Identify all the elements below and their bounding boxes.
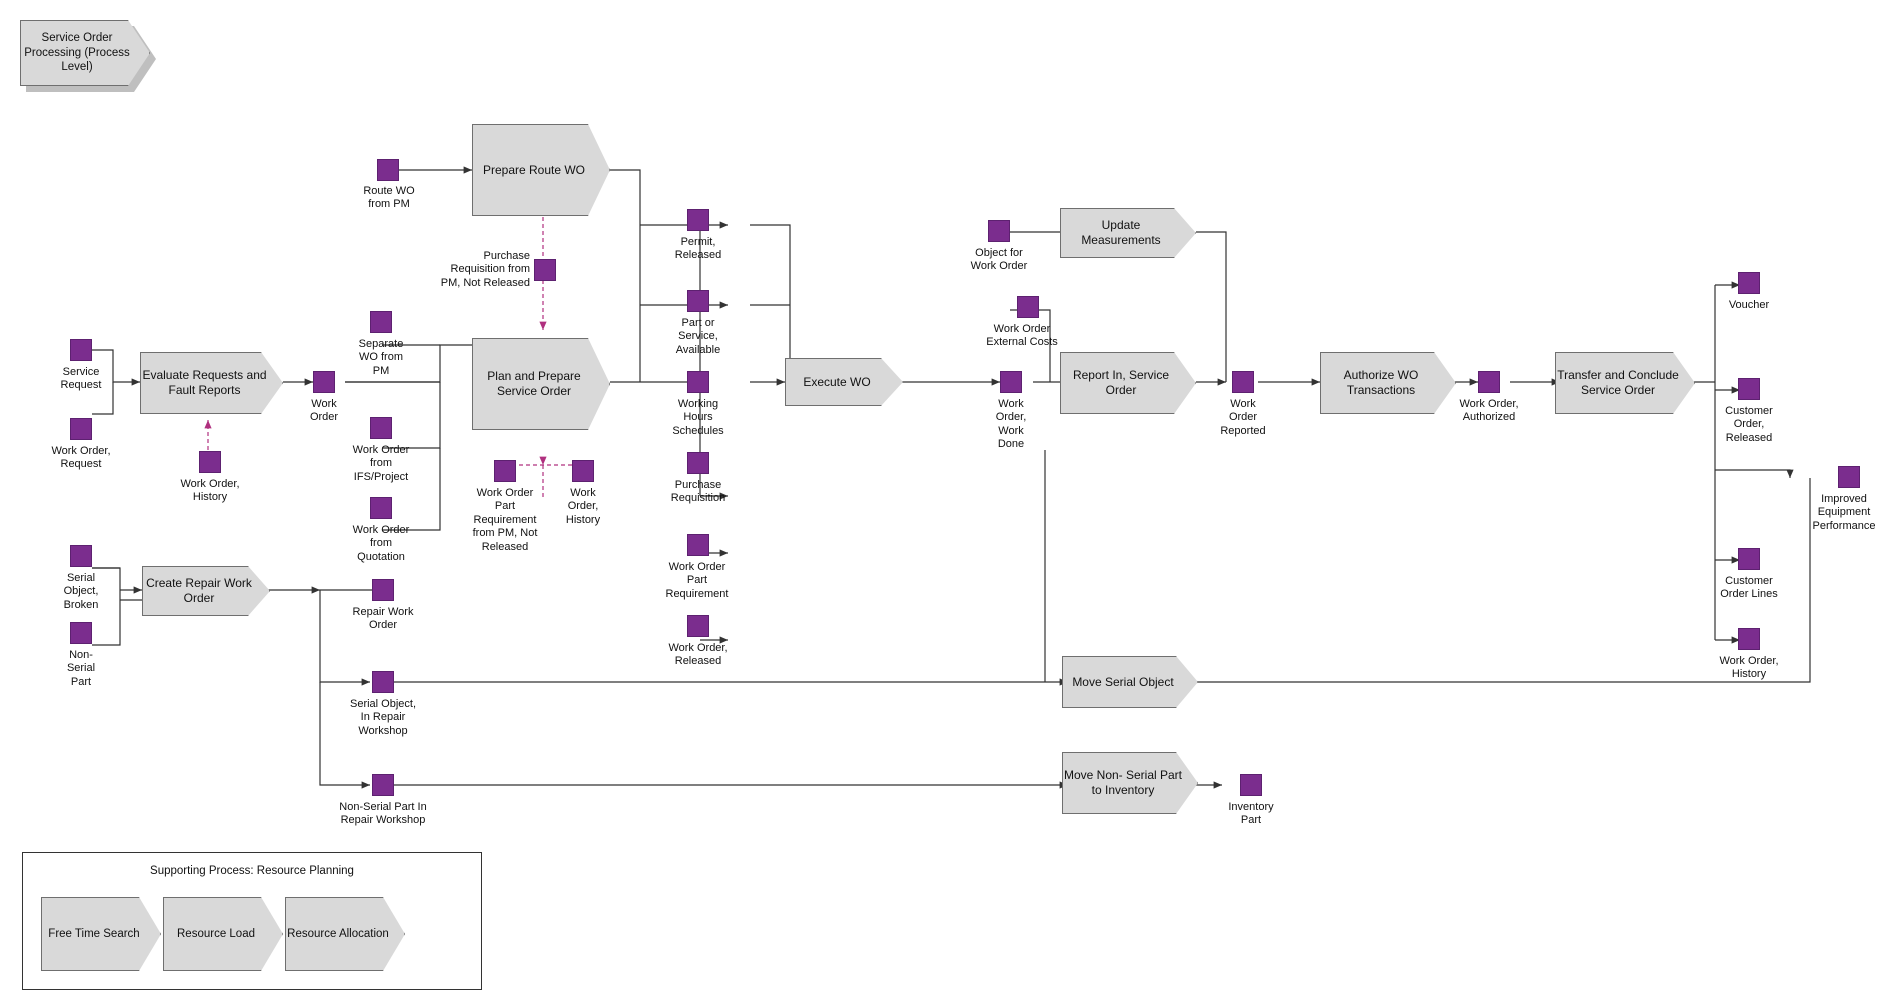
node-object-for-work-order[interactable] [988, 220, 1010, 242]
node-work-order[interactable] [313, 371, 335, 393]
node-permit-released[interactable] [687, 209, 709, 231]
node-route-wo-from-pm[interactable] [377, 159, 399, 181]
node-non-serial-part-in-repair-workshop[interactable] [372, 774, 394, 796]
label-working-hours-schedules: Working Hours Schedules [672, 398, 724, 437]
connector-layer [92, 166, 1811, 789]
supporting-free-time-search[interactable]: Free Time Search [41, 897, 161, 971]
node-serial-object-broken[interactable] [70, 545, 92, 567]
diagram-title: Service Order Processing (Process Level) [20, 20, 150, 86]
process-prepare-route-wo[interactable]: Prepare Route WO [472, 124, 610, 216]
process-execute-wo[interactable]: Execute WO [785, 358, 903, 406]
node-work-order-released[interactable] [687, 615, 709, 637]
node-service-request[interactable] [70, 339, 92, 361]
label-non-serial-part-in-repair-workshop: Non-Serial Part In Repair Workshop [339, 801, 427, 827]
node-work-order-external-costs[interactable] [1017, 296, 1039, 318]
label-customer-order-released: Customer Order, Released [1725, 405, 1773, 444]
node-work-order-authorized[interactable] [1478, 371, 1500, 393]
label-serial-object-in-repair-workshop: Serial Object, In Repair Workshop [349, 698, 417, 737]
label-serial-object-broken: Serial Object, Broken [63, 572, 99, 611]
label-work-order-work-done: Work Order, Work Done [995, 398, 1027, 451]
process-evaluate-requests[interactable]: Evaluate Requests and Fault Reports [140, 352, 283, 414]
label-non-serial-part: Non- Serial Part [66, 649, 96, 688]
label-work-order-request: Work Order, Request [51, 445, 111, 471]
label-improved-equipment-performance: Improved Equipment Performance [1812, 493, 1876, 532]
diagram-canvas: Service Order Processing (Process Level)… [0, 0, 1894, 1000]
label-work-order-authorized: Work Order, Authorized [1459, 398, 1519, 424]
process-report-in-service-order[interactable]: Report In, Service Order [1060, 352, 1196, 414]
process-update-measurements[interactable]: Update Measurements [1060, 208, 1196, 258]
label-work-order-reported: Work Order Reported [1220, 398, 1266, 437]
label-work-order-part-requirement: Work Order Part Requirement [665, 561, 729, 600]
node-work-order-work-done[interactable] [1000, 371, 1022, 393]
label-separate-wo-from-pm: Separate WO from PM [358, 338, 404, 377]
label-service-request: Service Request [60, 366, 102, 392]
node-work-order-history-right[interactable] [1738, 628, 1760, 650]
node-work-order-part-requirement-from-pm-not-released[interactable] [494, 460, 516, 482]
node-voucher[interactable] [1738, 272, 1760, 294]
label-part-or-service-available: Part or Service, Available [675, 317, 721, 356]
label-work-order-from-ifs-project: Work Order from IFS/Project [352, 444, 410, 483]
node-work-order-history-center[interactable] [572, 460, 594, 482]
label-work-order-released: Work Order, Released [668, 642, 728, 668]
label-permit-released: Permit, Released [674, 236, 722, 262]
node-customer-order-lines[interactable] [1738, 548, 1760, 570]
node-improved-equipment-performance[interactable] [1838, 466, 1860, 488]
process-move-serial-object[interactable]: Move Serial Object [1062, 656, 1198, 708]
supporting-resource-load[interactable]: Resource Load [163, 897, 283, 971]
label-work-order: Work Order [309, 398, 339, 424]
label-work-order-history-left: Work Order, History [180, 478, 240, 504]
label-work-order-external-costs: Work Order External Costs [986, 323, 1058, 349]
node-part-or-service-available[interactable] [687, 290, 709, 312]
supporting-resource-allocation[interactable]: Resource Allocation [285, 897, 405, 971]
label-customer-order-lines: Customer Order Lines [1720, 575, 1778, 601]
label-route-wo-from-pm: Route WO from PM [363, 185, 415, 211]
supporting-process-title: Supporting Process: Resource Planning [150, 865, 354, 877]
label-work-order-from-quotation: Work Order from Quotation [352, 524, 410, 563]
node-work-order-from-quotation[interactable] [370, 497, 392, 519]
node-work-order-part-requirement[interactable] [687, 534, 709, 556]
node-serial-object-in-repair-workshop[interactable] [372, 671, 394, 693]
label-purchase-requisition-from-pm-not-released: Purchase Requisition from PM, Not Releas… [440, 250, 530, 289]
label-object-for-work-order: Object for Work Order [970, 247, 1028, 273]
label-repair-work-order: Repair Work Order [352, 606, 414, 632]
node-work-order-reported[interactable] [1232, 371, 1254, 393]
node-work-order-request[interactable] [70, 418, 92, 440]
node-purchase-requisition-from-pm-not-released[interactable] [534, 259, 556, 281]
label-voucher: Voucher [1728, 299, 1770, 311]
node-non-serial-part[interactable] [70, 622, 92, 644]
process-create-repair-work-order[interactable]: Create Repair Work Order [142, 566, 270, 616]
process-plan-prepare-service-order[interactable]: Plan and Prepare Service Order [472, 338, 610, 430]
label-purchase-requisition: Purchase Requisition [670, 479, 726, 505]
label-work-order-history-right: Work Order, History [1719, 655, 1779, 681]
process-transfer-conclude-service-order[interactable]: Transfer and Conclude Service Order [1555, 352, 1695, 414]
label-inventory-part: Inventory Part [1228, 801, 1274, 827]
node-work-order-history-left[interactable] [199, 451, 221, 473]
node-purchase-requisition[interactable] [687, 452, 709, 474]
process-move-non-serial-part-to-inventory[interactable]: Move Non- Serial Part to Inventory [1062, 752, 1198, 814]
node-repair-work-order[interactable] [372, 579, 394, 601]
node-separate-wo-from-pm[interactable] [370, 311, 392, 333]
node-work-order-from-ifs-project[interactable] [370, 417, 392, 439]
supporting-process-panel: Supporting Process: Resource Planning Fr… [22, 852, 482, 990]
node-working-hours-schedules[interactable] [687, 371, 709, 393]
label-work-order-history-center: Work Order, History [565, 487, 601, 526]
node-inventory-part[interactable] [1240, 774, 1262, 796]
node-customer-order-released[interactable] [1738, 378, 1760, 400]
